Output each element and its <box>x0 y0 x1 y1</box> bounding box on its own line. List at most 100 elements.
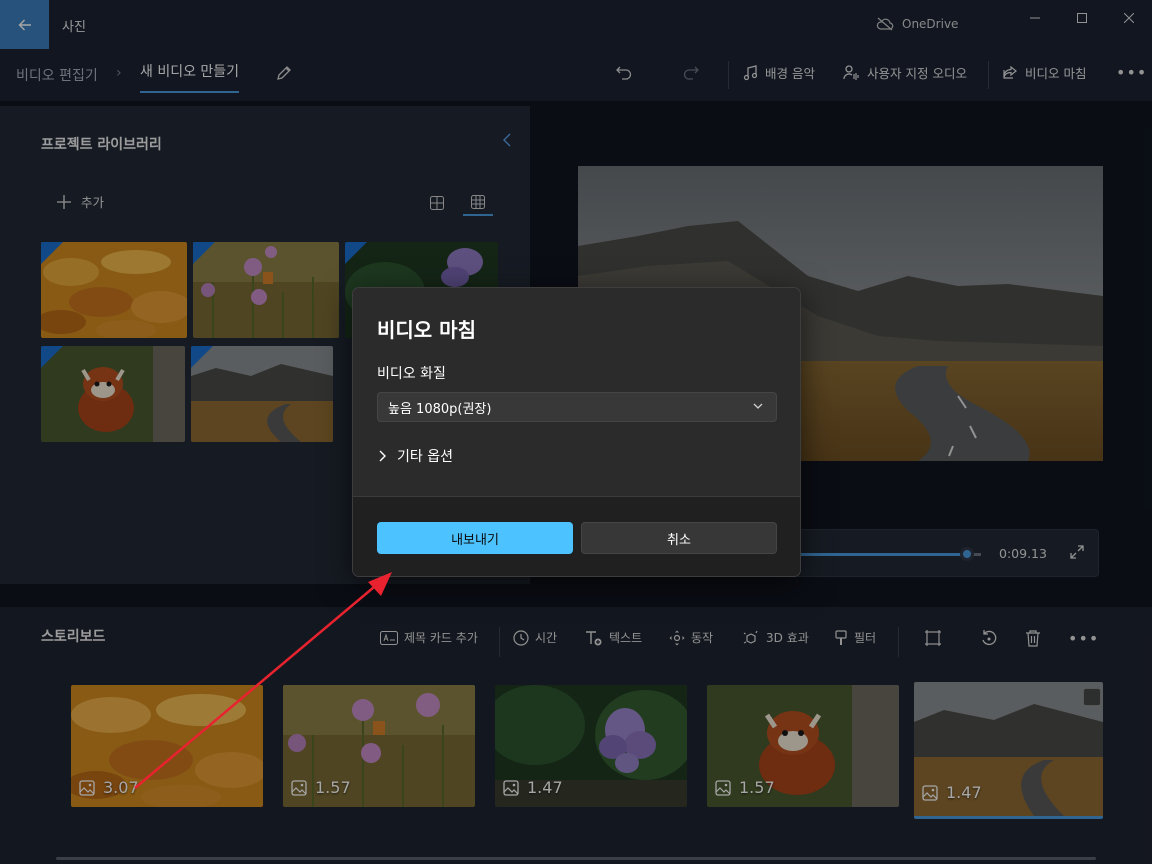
text-button[interactable]: 텍스트 <box>585 629 642 646</box>
clip-duration: 1.57 <box>291 778 351 797</box>
rotate-icon <box>982 630 997 646</box>
storyboard-panel: 스토리보드 제목 카드 추가 시간 텍스트 동작 3D 효과 필터 ••• 3.… <box>0 607 1152 864</box>
storyboard-more-icon[interactable]: ••• <box>1068 629 1099 648</box>
clip-duration: 1.57 <box>715 778 775 797</box>
toolbar: 비디오 편집기 › 새 비디오 만들기 배경 음악 사용자 지정 오디오 비디오… <box>0 49 1152 101</box>
storyboard-clip-selected[interactable]: 1.47 <box>914 682 1103 819</box>
resize-button[interactable] <box>924 629 942 651</box>
clip-duration-value: 1.57 <box>315 778 351 797</box>
3d-effects-button[interactable]: 3D 효과 <box>742 629 809 646</box>
grid-small-icon <box>471 195 485 209</box>
text-label: 텍스트 <box>609 631 643 645</box>
trash-icon <box>1026 630 1040 647</box>
title-bar: 사진 OneDrive <box>0 0 1152 49</box>
music-note-icon <box>743 64 758 80</box>
fullscreen-button[interactable] <box>1069 544 1085 564</box>
duration-button[interactable]: 시간 <box>513 629 557 646</box>
storyboard-separator <box>499 627 500 657</box>
seek-bar-played[interactable] <box>801 553 967 556</box>
more-options-expander[interactable]: 기타 옵션 <box>377 446 453 466</box>
finish-video-dialog: 비디오 마침 비디오 화질 높음 1080p(권장) 기타 옵션 내보내기 취소 <box>352 287 801 577</box>
breadcrumb-video-editor[interactable]: 비디오 편집기 <box>16 65 98 85</box>
person-audio-icon <box>843 64 859 80</box>
seek-handle[interactable] <box>960 547 974 561</box>
storyboard-clip[interactable]: 1.57 <box>283 685 475 807</box>
finish-video-button[interactable]: 비디오 마침 <box>1002 63 1086 82</box>
more-options-icon[interactable]: ••• <box>1116 63 1147 82</box>
3d-effects-icon <box>743 630 758 644</box>
image-icon <box>922 784 938 801</box>
video-quality-dropdown[interactable]: 높음 1080p(권장) <box>377 392 777 422</box>
undo-button[interactable] <box>615 64 633 86</box>
cancel-button[interactable]: 취소 <box>581 522 777 554</box>
plus-icon <box>57 194 71 209</box>
new-item-indicator <box>41 346 63 368</box>
text-add-icon <box>586 630 602 645</box>
undo-icon <box>616 66 632 80</box>
storyboard-clip[interactable]: 1.57 <box>707 685 899 807</box>
playback-controls: 0:09.13 <box>790 529 1099 577</box>
new-item-indicator <box>41 242 63 264</box>
crop-frame-icon <box>925 630 941 646</box>
storyboard-clip[interactable]: 1.47 <box>495 685 687 807</box>
dialog-title: 비디오 마침 <box>377 318 476 342</box>
back-arrow-icon <box>18 19 31 30</box>
clip-select-checkbox[interactable] <box>1083 688 1101 706</box>
clip-duration-value: 1.57 <box>739 778 775 797</box>
minimize-button[interactable] <box>1012 0 1058 36</box>
clip-duration: 1.47 <box>922 783 982 802</box>
app-title: 사진 <box>62 20 86 35</box>
image-icon <box>291 779 307 796</box>
chevron-left-icon <box>503 133 511 147</box>
duration-label: 시간 <box>535 631 558 645</box>
storyboard-scrollbar[interactable] <box>56 857 1096 860</box>
image-icon <box>79 779 95 796</box>
library-thumbnail-road[interactable] <box>191 346 333 442</box>
library-thumbnail-leaves[interactable] <box>41 242 187 338</box>
small-grid-view-button[interactable] <box>463 190 493 216</box>
large-grid-view-button[interactable] <box>422 190 452 216</box>
more-options-label: 기타 옵션 <box>397 449 453 465</box>
export-button[interactable]: 내보내기 <box>377 522 573 554</box>
close-button[interactable] <box>1106 0 1152 36</box>
library-thumbnail-red-panda[interactable] <box>41 346 185 442</box>
background-music-button[interactable]: 배경 음악 <box>742 63 815 82</box>
delete-button[interactable] <box>1025 629 1041 651</box>
title-card-icon <box>380 630 398 645</box>
rename-button[interactable] <box>275 64 293 86</box>
motion-button[interactable]: 동작 <box>669 629 713 646</box>
clip-duration-value: 1.47 <box>527 778 563 797</box>
new-item-indicator <box>191 346 213 368</box>
back-button[interactable] <box>0 0 49 49</box>
motion-label: 동작 <box>691 631 714 645</box>
close-icon <box>1124 13 1134 23</box>
new-item-indicator <box>345 242 367 264</box>
expand-icon <box>1070 545 1084 559</box>
custom-audio-button[interactable]: 사용자 지정 오디오 <box>842 63 967 82</box>
filters-label: 필터 <box>854 631 877 645</box>
clip-duration-value: 1.47 <box>946 783 982 802</box>
storyboard-clip[interactable]: 3.07 <box>71 685 263 807</box>
maximize-button[interactable] <box>1059 0 1105 36</box>
custom-audio-label: 사용자 지정 오디오 <box>867 66 967 81</box>
rotate-button[interactable] <box>980 629 998 651</box>
filters-button[interactable]: 필터 <box>834 629 876 646</box>
chevron-down-icon <box>753 403 763 409</box>
image-icon <box>503 779 519 796</box>
library-thumbnail-flowers[interactable] <box>193 242 339 338</box>
collapse-panel-button[interactable] <box>502 132 512 151</box>
minimize-icon <box>1030 17 1040 19</box>
redo-button[interactable] <box>682 64 700 86</box>
3d-effects-label: 3D 효과 <box>766 631 809 645</box>
motion-icon <box>669 630 685 645</box>
onedrive-status[interactable]: OneDrive <box>876 17 958 31</box>
add-media-button[interactable]: 추가 <box>57 192 104 211</box>
finish-video-label: 비디오 마침 <box>1025 66 1087 81</box>
pencil-icon <box>277 66 291 80</box>
chevron-right-icon <box>379 450 386 462</box>
onedrive-label: OneDrive <box>902 17 959 31</box>
add-title-card-button[interactable]: 제목 카드 추가 <box>380 629 478 646</box>
brush-icon <box>835 629 847 645</box>
add-title-card-label: 제목 카드 추가 <box>404 631 478 645</box>
new-item-indicator <box>193 242 215 264</box>
